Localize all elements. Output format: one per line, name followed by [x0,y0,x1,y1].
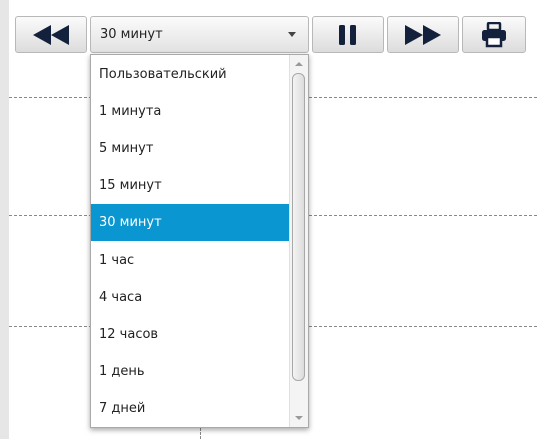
interval-option[interactable]: 1 минута [91,93,289,130]
printer-icon [482,21,506,47]
pause-icon [339,24,356,45]
interval-select-value: 30 минут [100,27,163,42]
scroll-down-icon[interactable] [295,416,303,420]
left-panel-edge [0,0,9,439]
interval-option[interactable]: 4 часа [91,279,289,316]
interval-option[interactable]: 1 час [91,242,289,279]
print-button[interactable] [462,16,526,53]
interval-option[interactable]: 7 дней [91,390,289,427]
scrollbar-thumb[interactable] [292,73,305,381]
interval-option[interactable]: 15 минут [91,167,289,204]
interval-option[interactable]: 12 часов [91,316,289,353]
interval-option[interactable]: 1 день [91,353,289,390]
fast-forward-button[interactable] [387,16,459,53]
dropdown-scrollbar[interactable] [289,55,308,427]
interval-dropdown-list: Пользовательский 1 минута 5 минут 15 минут 3… [90,54,309,428]
axis-tick [200,428,201,439]
interval-option[interactable]: 30 минут [91,204,289,242]
interval-option[interactable]: Пользовательский [91,56,289,93]
pause-button[interactable] [312,16,384,53]
scroll-up-icon[interactable] [295,62,303,66]
rewind-button[interactable] [15,16,87,53]
interval-select[interactable]: 30 минут [90,16,309,53]
chevron-down-icon[interactable] [288,32,296,37]
interval-option[interactable]: 5 минут [91,130,289,167]
rewind-icon [33,24,69,45]
playback-toolbar: 30 минут [0,0,537,60]
fast-forward-icon [405,24,441,45]
